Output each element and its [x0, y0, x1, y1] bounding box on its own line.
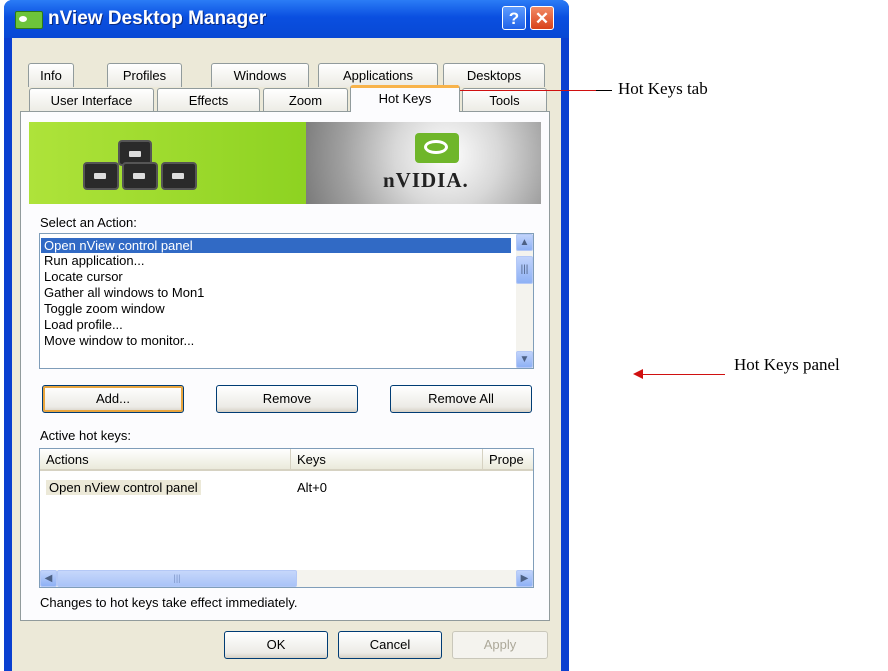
list-item[interactable]: Move window to monitor... [44, 333, 194, 348]
hotkey-action-cell[interactable]: Open nView control panel [46, 480, 201, 495]
hot-keys-tab-annotation: Hot Keys tab [618, 79, 708, 98]
tab-effects[interactable]: Effects [157, 88, 260, 112]
panel-arrow-line [641, 374, 725, 375]
hot-keys-panel-annotation: Hot Keys panel [734, 355, 840, 374]
select-action-label: Select an Action: [40, 215, 137, 230]
tab-profiles[interactable]: Profiles [107, 63, 182, 87]
list-item[interactable]: Load profile... [44, 317, 123, 332]
title-bar[interactable]: nView Desktop Manager ? ✕ [4, 0, 569, 38]
active-hot-keys-label: Active hot keys: [40, 428, 132, 443]
ok-button[interactable]: OK [224, 631, 328, 659]
tab-user-interface[interactable]: User Interface [29, 88, 154, 112]
column-header-properties[interactable]: Prope [482, 449, 533, 471]
scroll-right-icon[interactable]: ▶ [516, 570, 533, 587]
add-button[interactable]: Add... [42, 385, 184, 413]
list-item[interactable]: Open nView control panel [41, 238, 511, 253]
scroll-up-icon[interactable]: ▲ [516, 234, 533, 251]
tab-tools[interactable]: Tools [462, 88, 547, 112]
nvidia-eye-logo [415, 133, 459, 163]
hotkey-keys-cell: Alt+0 [297, 480, 327, 495]
column-header-keys[interactable]: Keys [290, 449, 482, 471]
cancel-button[interactable]: Cancel [338, 631, 442, 659]
tab-hot-keys[interactable]: Hot Keys [350, 85, 460, 112]
window-title: nView Desktop Manager [48, 8, 267, 29]
column-header-actions[interactable]: Actions [40, 449, 290, 471]
tab-desktops[interactable]: Desktops [443, 63, 545, 87]
scroll-thumb[interactable]: ||| [516, 256, 533, 284]
tab-applications[interactable]: Applications [318, 63, 438, 87]
close-button[interactable]: ✕ [530, 6, 554, 30]
help-button[interactable]: ? [502, 6, 526, 30]
actions-vertical-scrollbar[interactable]: ▲ ||| ▼ [516, 234, 533, 368]
nvidia-wordmark: nVIDIA. [383, 168, 469, 192]
list-item[interactable]: Toggle zoom window [44, 301, 165, 316]
keyboard-key-icon [161, 162, 197, 190]
remove-all-button[interactable]: Remove All [390, 385, 532, 413]
hot-keys-horizontal-scrollbar[interactable]: ◀ ||| ▶ [40, 570, 533, 587]
tab-zoom[interactable]: Zoom [263, 88, 348, 112]
scroll-left-icon[interactable]: ◀ [40, 570, 57, 587]
tab-leader-line [596, 90, 612, 91]
nvidia-app-icon [15, 11, 43, 29]
list-item[interactable]: Run application... [44, 253, 144, 268]
hot-keys-note: Changes to hot keys take effect immediat… [40, 595, 298, 610]
scroll-thumb[interactable]: ||| [57, 570, 297, 587]
tab-info[interactable]: Info [28, 63, 74, 87]
remove-button[interactable]: Remove [216, 385, 358, 413]
keyboard-key-icon [83, 162, 119, 190]
scroll-down-icon[interactable]: ▼ [516, 351, 533, 368]
tab-windows[interactable]: Windows [211, 63, 309, 87]
apply-button[interactable]: Apply [452, 631, 548, 659]
actions-listbox[interactable]: Open nView control panel Run application… [39, 233, 534, 369]
hot-keys-list[interactable]: Actions Keys Prope Open nView control pa… [39, 448, 534, 588]
list-item[interactable]: Locate cursor [44, 269, 123, 284]
list-item[interactable]: Gather all windows to Mon1 [44, 285, 204, 300]
keyboard-key-icon [122, 162, 158, 190]
tab-arrow-line [456, 90, 596, 91]
